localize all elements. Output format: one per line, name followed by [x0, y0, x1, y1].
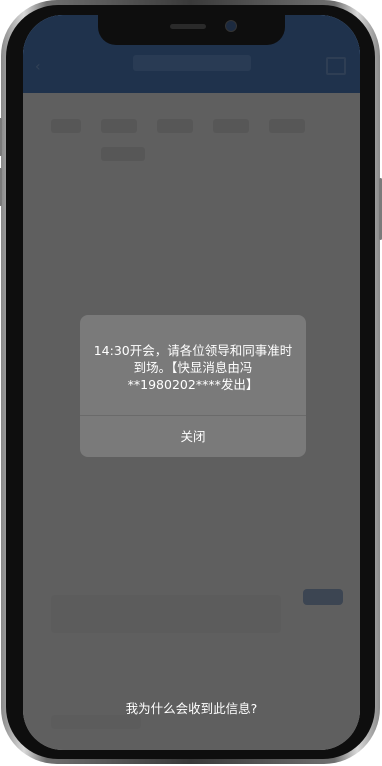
volume-down-button — [0, 168, 2, 206]
screen: ‹ 14:30开会，请各位领导和同事准时到场。【快显消息由冯**1980202*… — [23, 15, 360, 750]
close-button[interactable]: 关闭 — [80, 416, 306, 457]
why-received-link[interactable]: 我为什么会收到此信息? — [23, 698, 360, 717]
speaker-grille — [170, 24, 206, 29]
notification-dialog: 14:30开会，请各位领导和同事准时到场。【快显消息由冯**1980202***… — [80, 315, 306, 457]
notification-message: 14:30开会，请各位领导和同事准时到场。【快显消息由冯**1980202***… — [93, 343, 293, 392]
volume-up-button — [0, 118, 2, 156]
phone-frame: ‹ 14:30开会，请各位领导和同事准时到场。【快显消息由冯**1980202*… — [0, 0, 382, 764]
notch — [98, 15, 285, 45]
front-camera-icon — [226, 21, 236, 31]
